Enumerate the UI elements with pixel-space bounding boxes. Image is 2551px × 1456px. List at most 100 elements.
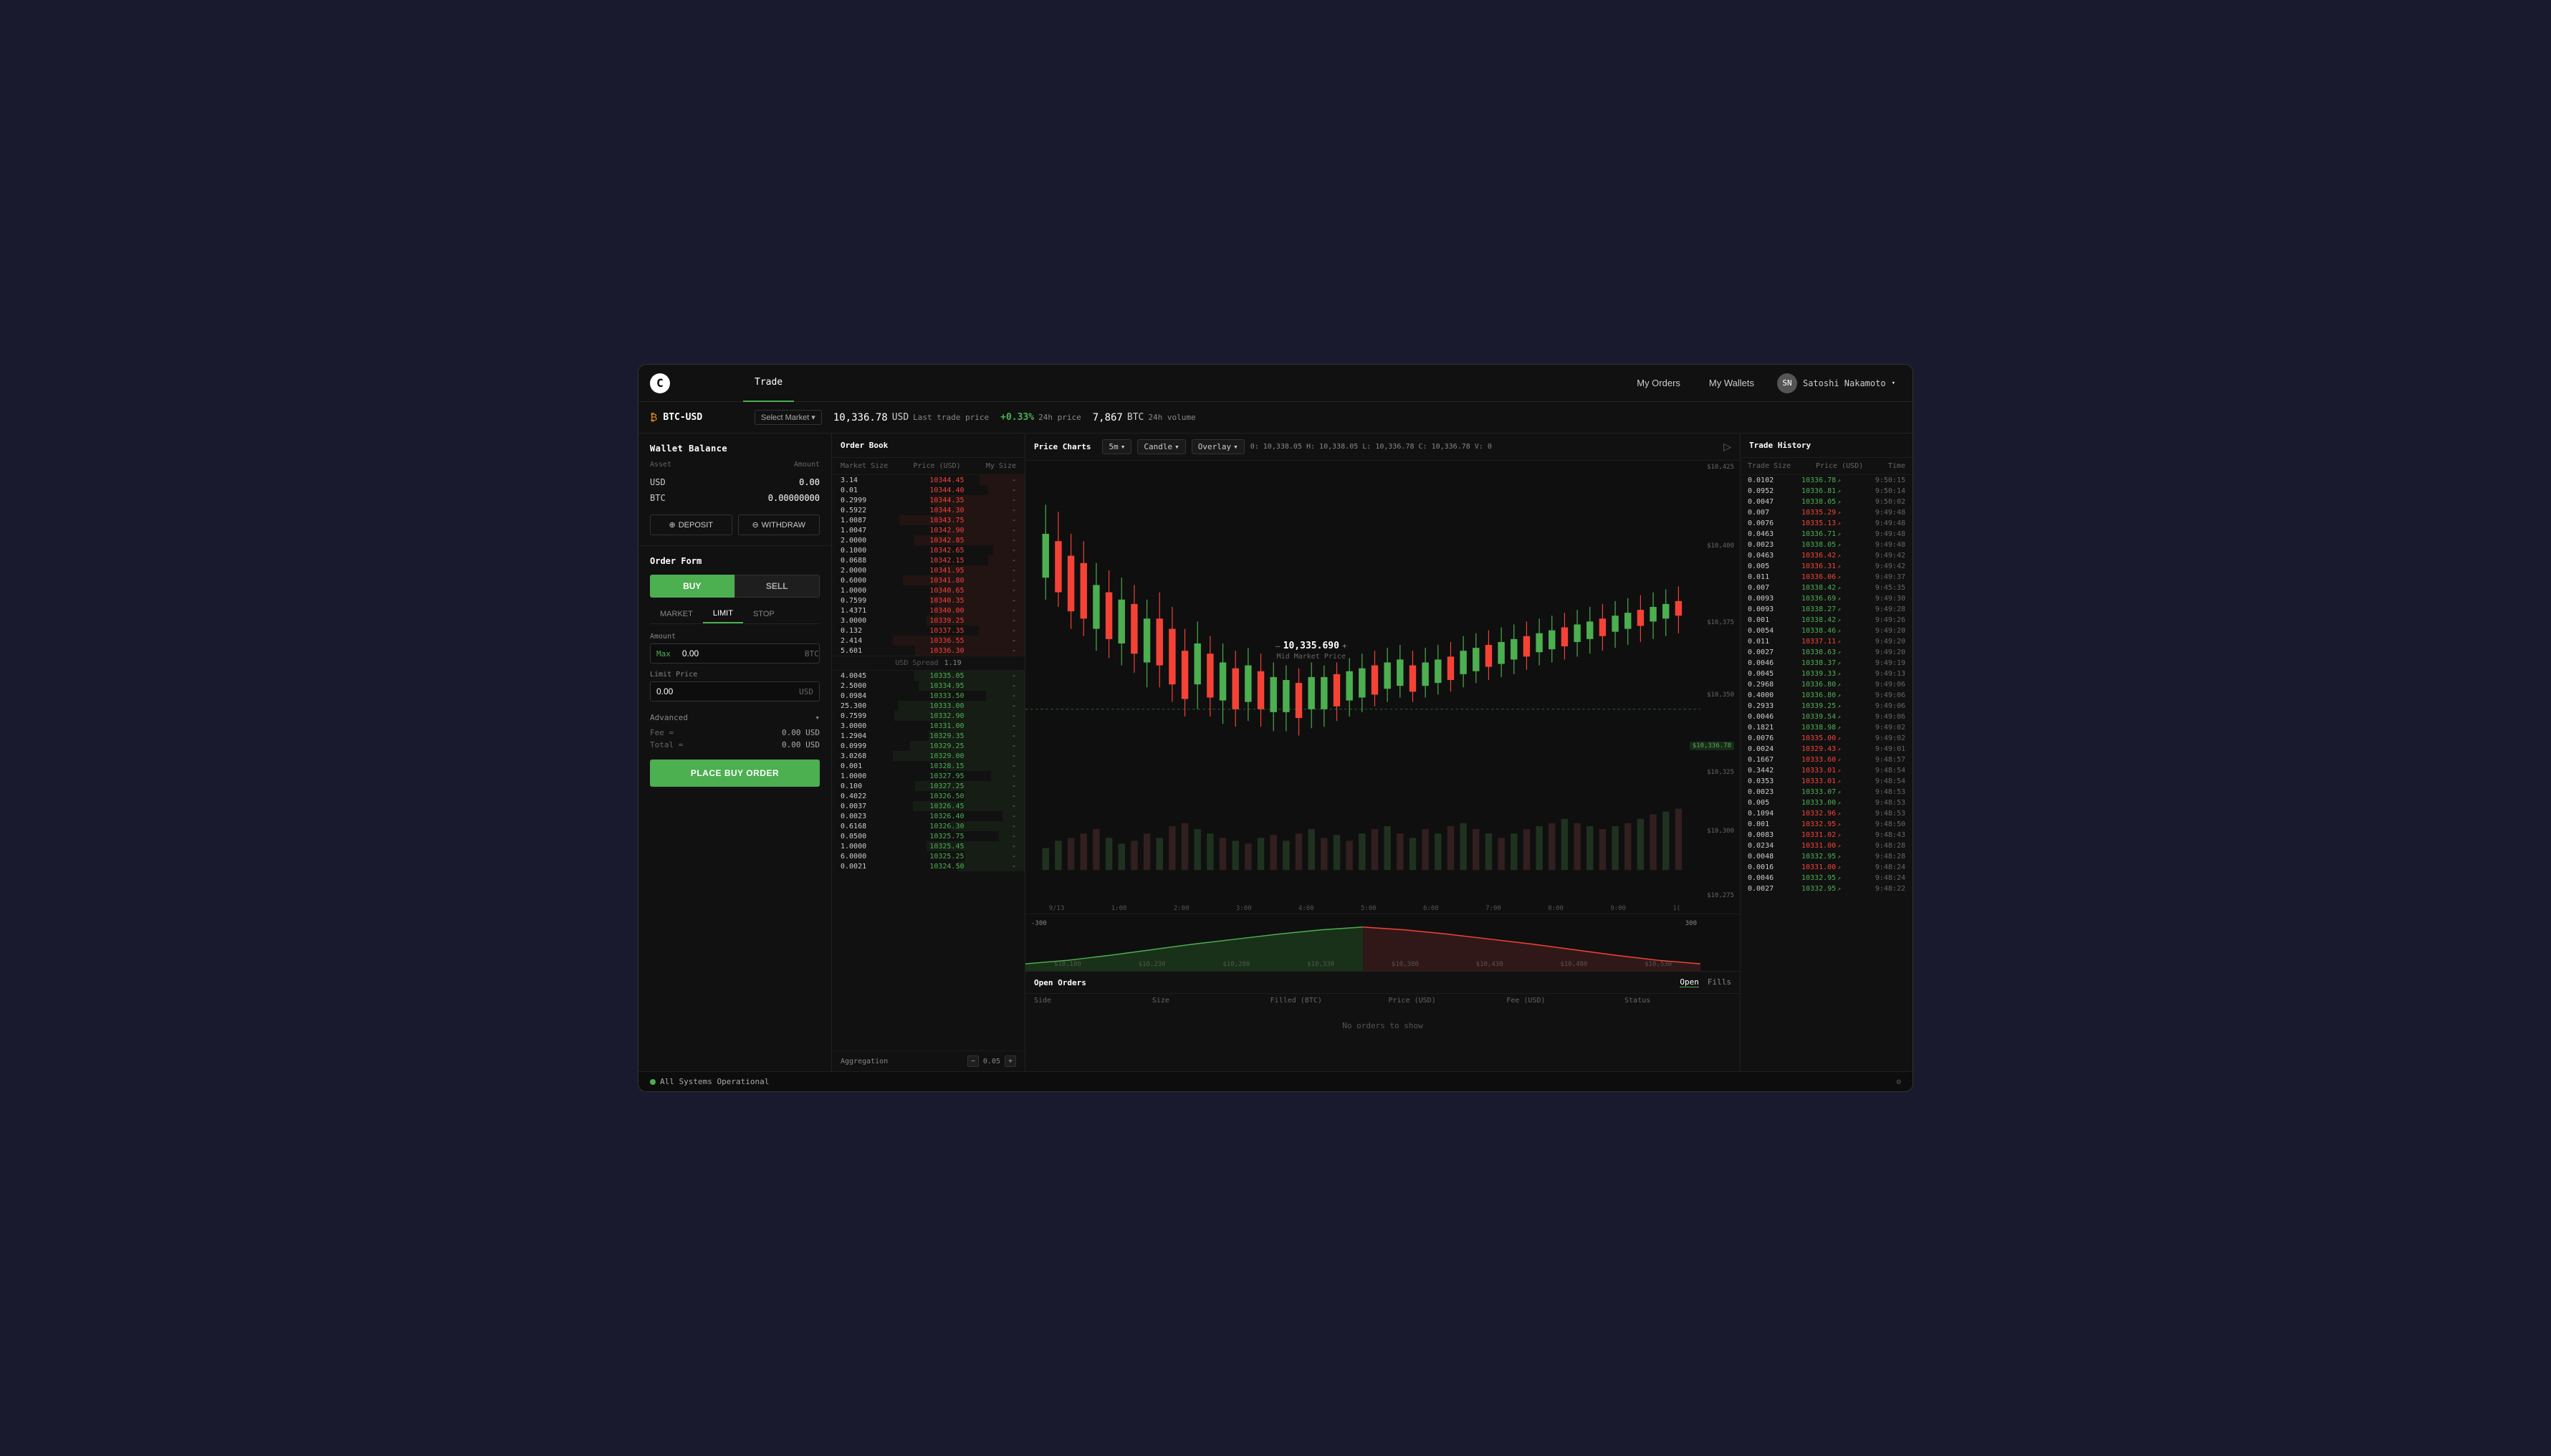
order-book-bid-row[interactable]: 0.0500 10325.75 - [832,831,1025,841]
order-book-ask-row[interactable]: 2.0000 10341.95 - [832,565,1025,575]
order-book-bid-row[interactable]: 0.0999 10329.25 - [832,741,1025,751]
app-window: C Trade My Orders My Wallets SN Satoshi … [638,364,1913,1092]
trade-history-row: 0.001 10338.42↗ 9:49:26 [1741,615,1913,626]
order-book-bid-row[interactable]: 3.0000 10331.00 - [832,721,1025,731]
btc-amount: 0.00000000 [768,493,820,503]
my-orders-button[interactable]: My Orders [1625,373,1692,393]
advanced-toggle[interactable]: Advanced ▾ [650,709,820,727]
place-order-button[interactable]: PLACE BUY ORDER [650,760,820,787]
tab-open[interactable]: Open [1680,977,1699,987]
my-wallets-button[interactable]: My Wallets [1698,373,1766,393]
order-book-bid-row[interactable]: 0.0023 10326.40 - [832,811,1025,821]
buy-tab[interactable]: BUY [650,575,734,598]
order-book-ask-row[interactable]: 1.0047 10342.90 - [832,525,1025,535]
order-book-bid-row[interactable]: 1.2904 10329.35 - [832,731,1025,741]
order-book-ask-row[interactable]: 0.01 10344.40 - [832,485,1025,495]
timeframe-selector[interactable]: 5m ▾ [1102,439,1131,454]
order-book-bid-row[interactable]: 2.5000 10334.95 - [832,681,1025,691]
limit-price-input[interactable] [651,682,793,701]
order-book-ask-row[interactable]: 3.0000 10339.25 - [832,616,1025,626]
amount-label: Amount [650,633,820,641]
max-prefix[interactable]: Max [651,649,676,658]
aggregation-decrease-button[interactable]: − [967,1055,979,1067]
trade-size: 0.0027 [1748,885,1784,893]
order-book-bid-row[interactable]: 0.4022 10326.50 - [832,791,1025,801]
order-book-ask-row[interactable]: 0.7599 10340.35 - [832,595,1025,605]
time-0: 9/13 [1049,905,1065,912]
aggregation-increase-button[interactable]: + [1005,1055,1016,1067]
stop-tab[interactable]: STOP [743,605,785,623]
order-book-ask-row[interactable]: 1.0000 10340.65 - [832,585,1025,595]
ask-size: 0.2999 [841,497,884,504]
overlay-selector[interactable]: Overlay ▾ [1192,439,1245,454]
order-book-scrollable[interactable]: 3.14 10344.45 - 0.01 10344.40 - 0.2999 1… [832,475,1025,1050]
tab-fills[interactable]: Fills [1708,977,1731,987]
order-book-ask-row[interactable]: 3.14 10344.45 - [832,475,1025,485]
bid-my-size: - [995,692,1016,700]
amount-input[interactable] [676,644,799,663]
order-book-ask-row[interactable]: 0.0688 10342.15 - [832,555,1025,565]
order-book-ask-row[interactable]: 2.0000 10342.85 - [832,535,1025,545]
open-orders-panel: Open Orders Open Fills Side Size Filled … [1025,971,1740,1071]
order-book-bid-row[interactable]: 0.001 10328.15 - [832,761,1025,771]
bid-price: 10333.50 [914,692,965,700]
order-book-bid-row[interactable]: 1.0000 10325.45 - [832,841,1025,851]
order-book-bid-row[interactable]: 0.6168 10326.30 - [832,821,1025,831]
ask-size: 2.0000 [841,567,884,575]
withdraw-button[interactable]: ⊖ WITHDRAW [738,514,820,535]
order-book-bid-row[interactable]: 3.0268 10329.00 - [832,751,1025,761]
time-6: 6:00 [1423,905,1439,912]
wallet-actions: ⊕ DEPOSIT ⊖ WITHDRAW [650,514,820,535]
trade-size: 0.005 [1748,799,1784,807]
order-book-ask-row[interactable]: 0.5922 10344.30 - [832,505,1025,515]
chart-expand-button[interactable]: ▷ [1723,441,1731,453]
order-book-bid-row[interactable]: 0.0021 10324.50 - [832,861,1025,871]
gear-icon[interactable]: ⚙ [1896,1077,1901,1086]
order-book-bid-row[interactable]: 0.7599 10332.90 - [832,711,1025,721]
trade-size: 0.0234 [1748,842,1784,850]
order-book-bid-row[interactable]: 4.0045 10335.05 - [832,671,1025,681]
limit-tab[interactable]: LIMIT [703,605,743,623]
sell-tab[interactable]: SELL [734,575,820,598]
trade-time: 9:48:53 [1870,788,1905,796]
ask-size: 1.0087 [841,517,884,525]
market-tab[interactable]: MARKET [650,605,703,623]
trade-size: 0.0023 [1748,788,1784,796]
market-bar: ₿ BTC-USD Select Market ▾ 10,336.78 USD … [638,402,1913,434]
deposit-icon: ⊕ [669,520,675,530]
trade-history-row: 0.1667 10333.60↗ 9:48:57 [1741,755,1913,765]
order-book-bid-row[interactable]: 0.0037 10326.45 - [832,801,1025,811]
filled-col-header: Filled (BTC) [1270,997,1377,1005]
order-book-ask-row[interactable]: 1.4371 10340.00 - [832,605,1025,616]
bid-my-size: - [995,803,1016,810]
settings-area[interactable]: ⚙ [1896,1077,1901,1086]
order-book-ask-row[interactable]: 5.601 10336.30 - [832,646,1025,656]
ask-my-size: - [995,547,1016,555]
order-book-ask-row[interactable]: 0.6000 10341.80 - [832,575,1025,585]
market-selector-button[interactable]: Select Market ▾ [755,410,822,425]
user-area[interactable]: SN Satoshi Nakamoto ▾ [1771,370,1901,396]
tab-trade[interactable]: Trade [743,365,794,402]
order-book-ask-row[interactable]: 0.132 10337.35 - [832,626,1025,636]
chart-type-selector[interactable]: Candle ▾ [1137,439,1185,454]
left-panel: Wallet Balance Asset Amount USD 0.00 BTC… [638,434,832,1071]
order-book-bid-row[interactable]: 25.300 10333.00 - [832,701,1025,711]
trade-history-row: 0.0083 10331.02↗ 9:48:43 [1741,830,1913,840]
price-charts-panel: Price Charts 5m ▾ Candle ▾ Overlay ▾ 0: … [1025,434,1741,1071]
trade-time: 9:49:02 [1870,724,1905,732]
order-book-bid-row[interactable]: 0.0984 10333.50 - [832,691,1025,701]
fee-value: 0.00 USD [782,728,820,737]
order-book-bid-row[interactable]: 0.100 10327.25 - [832,781,1025,791]
spread-row: USD Spread 1.19 [832,656,1025,671]
volume-currency: BTC [1127,412,1144,423]
deposit-button[interactable]: ⊕ DEPOSIT [650,514,732,535]
order-book-bid-row[interactable]: 1.0000 10327.95 - [832,771,1025,781]
order-book-ask-row[interactable]: 2.414 10336.55 - [832,636,1025,646]
order-book-ask-row[interactable]: 1.0087 10343.75 - [832,515,1025,525]
order-book-ask-row[interactable]: 0.1000 10342.65 - [832,545,1025,555]
order-book-ask-row[interactable]: 0.2999 10344.35 - [832,495,1025,505]
ask-my-size: - [995,497,1016,504]
trade-price: 10339.33↗ [1801,670,1852,678]
trade-history-panel: Trade History Trade Size Price (USD) Tim… [1741,434,1913,1071]
order-book-bid-row[interactable]: 6.0000 10325.25 - [832,851,1025,861]
